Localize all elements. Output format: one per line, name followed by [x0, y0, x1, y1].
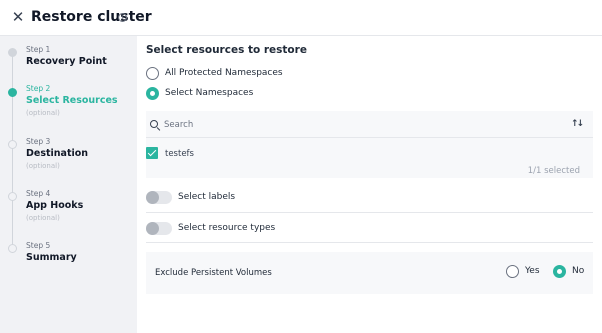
search-input[interactable] [164, 116, 564, 133]
step-optional: (optional) [26, 214, 60, 222]
step-indicator-icon [8, 88, 17, 97]
divider [146, 212, 593, 213]
main-panel: Select resources to restore All Protecte… [137, 36, 602, 333]
step-optional: (optional) [26, 162, 60, 170]
step-indicator-icon [8, 140, 17, 149]
namespace-search-row: ↑↓ [146, 111, 593, 138]
dialog-header: ✕ Restore cluster i [0, 0, 602, 36]
select-resource-types-toggle[interactable] [146, 222, 172, 235]
select-labels-label: Select labels [178, 192, 236, 202]
info-icon[interactable]: i [118, 13, 127, 22]
select-labels-toggle[interactable] [146, 191, 172, 204]
exclude-pv-yes-label[interactable]: Yes [525, 266, 540, 276]
step-name: App Hooks [26, 200, 84, 211]
selected-count: 1/1 selected [527, 166, 580, 176]
divider [146, 242, 593, 243]
step-indicator-icon [8, 244, 17, 253]
step-indicator-icon [8, 48, 17, 57]
step-number: Step 4 [26, 189, 51, 198]
namespace-label[interactable]: testefs [165, 149, 194, 159]
exclude-pv-no-label[interactable]: No [572, 266, 584, 276]
select-namespaces-radio[interactable] [146, 87, 159, 100]
step-name: Destination [26, 148, 89, 159]
step-name: Recovery Point [26, 56, 107, 67]
exclude-pv-panel: Exclude Persistent Volumes Yes No [146, 252, 593, 294]
section-title: Select resources to restore [146, 44, 307, 56]
namespace-checkbox[interactable] [146, 147, 158, 159]
select-namespaces-label[interactable]: Select Namespaces [165, 88, 253, 98]
step-number: Step 1 [26, 45, 51, 54]
sort-icon[interactable]: ↑↓ [571, 119, 584, 129]
step-number: Step 5 [26, 241, 51, 250]
wizard-steps-sidebar: Step 1 Recovery Point Step 2 Select Reso… [0, 36, 137, 333]
step-optional: (optional) [26, 109, 60, 117]
exclude-pv-no-radio[interactable] [553, 265, 566, 278]
exclude-pv-label: Exclude Persistent Volumes [155, 268, 272, 278]
step-number: Step 3 [26, 137, 51, 146]
step-number: Step 2 [26, 84, 51, 93]
close-icon[interactable]: ✕ [11, 9, 25, 25]
search-icon [150, 120, 158, 128]
all-namespaces-radio[interactable] [146, 67, 159, 80]
exclude-pv-yes-radio[interactable] [506, 265, 519, 278]
select-resource-types-label: Select resource types [178, 223, 276, 233]
steps-rail [12, 52, 13, 252]
page-title: Restore cluster [31, 9, 152, 25]
step-name: Select Resources [26, 95, 118, 106]
step-indicator-icon [8, 192, 17, 201]
all-namespaces-label[interactable]: All Protected Namespaces [165, 68, 283, 78]
step-name: Summary [26, 252, 77, 263]
